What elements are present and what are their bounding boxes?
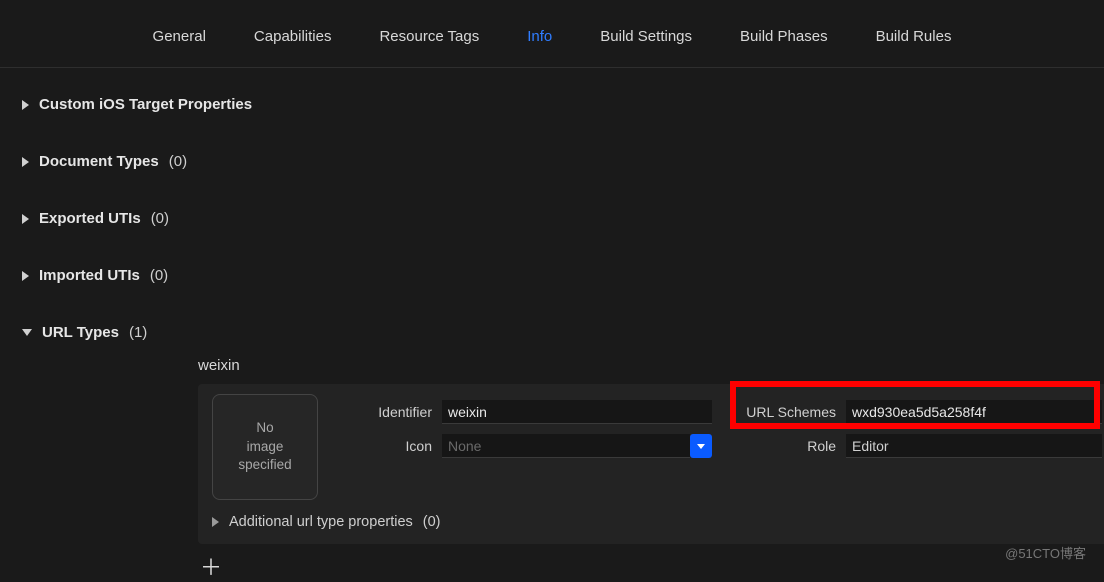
url-types-detail: weixin No image specified Identifier Ico…: [198, 357, 1082, 582]
icon-combo[interactable]: None: [442, 434, 690, 458]
section-label: URL Types: [42, 324, 119, 341]
additional-label: Additional url type properties: [229, 514, 413, 530]
disclosure-right-icon: [22, 271, 29, 281]
icon-combo-button[interactable]: [690, 434, 712, 458]
section-count: (1): [129, 324, 147, 341]
disclosure-right-icon: [22, 100, 29, 110]
identifier-label: Identifier: [342, 404, 432, 420]
image-well[interactable]: No image specified: [212, 394, 318, 500]
section-count: (0): [169, 153, 187, 170]
watermark: @51CTO博客: [1005, 543, 1086, 562]
section-label: Document Types: [39, 153, 159, 170]
sections-container: Custom iOS Target Properties Document Ty…: [0, 68, 1104, 582]
role-label: Role: [736, 438, 836, 454]
disclosure-down-icon: [22, 329, 32, 336]
section-imported-utis[interactable]: Imported UTIs (0): [22, 267, 1082, 284]
section-label: Imported UTIs: [39, 267, 140, 284]
url-schemes-field[interactable]: [846, 400, 1102, 424]
tab-build-phases[interactable]: Build Phases: [740, 28, 828, 45]
section-label: Exported UTIs: [39, 210, 141, 227]
tab-bar: General Capabilities Resource Tags Info …: [0, 0, 1104, 68]
add-url-type-button[interactable]: ＋: [200, 550, 1082, 582]
tab-resource-tags[interactable]: Resource Tags: [379, 28, 479, 45]
image-well-placeholder: No image specified: [238, 419, 291, 476]
url-schemes-label: URL Schemes: [736, 404, 836, 420]
tab-build-settings[interactable]: Build Settings: [600, 28, 692, 45]
identifier-field[interactable]: [442, 400, 712, 424]
disclosure-right-icon: [22, 157, 29, 167]
disclosure-right-icon: [22, 214, 29, 224]
disclosure-right-icon: [212, 517, 219, 527]
tab-general[interactable]: General: [153, 28, 206, 45]
tab-capabilities[interactable]: Capabilities: [254, 28, 332, 45]
additional-count: (0): [423, 514, 441, 530]
section-count: (0): [150, 267, 168, 284]
role-combo[interactable]: Editor: [846, 434, 1102, 458]
section-document-types[interactable]: Document Types (0): [22, 153, 1082, 170]
section-url-types[interactable]: URL Types (1): [22, 324, 1082, 341]
chevron-down-icon: [697, 444, 705, 449]
additional-url-type-properties[interactable]: Additional url type properties (0): [212, 514, 1102, 530]
url-type-panel: No image specified Identifier Icon None: [198, 384, 1104, 544]
tab-info[interactable]: Info: [527, 28, 552, 45]
tab-build-rules[interactable]: Build Rules: [876, 28, 952, 45]
icon-label: Icon: [342, 438, 432, 454]
section-exported-utis[interactable]: Exported UTIs (0): [22, 210, 1082, 227]
url-type-name: weixin: [198, 357, 1082, 374]
section-count: (0): [151, 210, 169, 227]
section-custom-ios-target-properties[interactable]: Custom iOS Target Properties: [22, 96, 1082, 113]
section-label: Custom iOS Target Properties: [39, 96, 252, 113]
